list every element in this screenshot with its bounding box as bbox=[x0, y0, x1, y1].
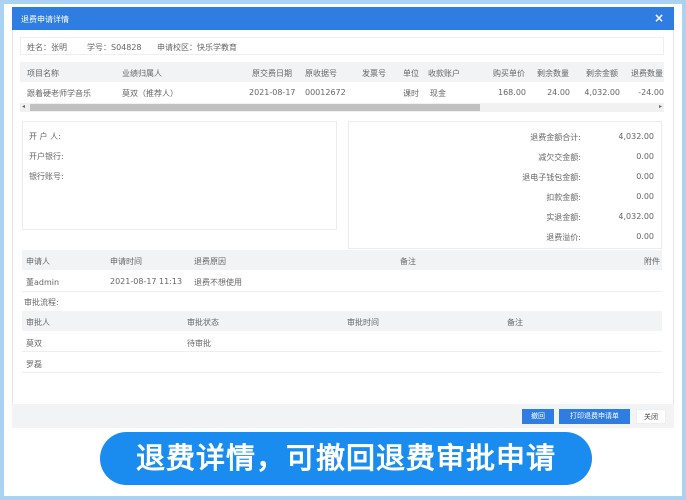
col-header: 附件 bbox=[644, 257, 660, 266]
cell-unit: 课时 bbox=[403, 89, 419, 98]
cell-reason: 退费不想使用 bbox=[194, 278, 242, 287]
col-header: 申请时间 bbox=[110, 257, 142, 266]
table-row: 董admin 2021-08-17 11:13 退费不想使用 bbox=[22, 270, 662, 292]
summary-value: 0.00 bbox=[636, 172, 654, 181]
summary-label: 扣款金额: bbox=[546, 193, 581, 202]
refund-summary-box: 退费金额合计: 4,032.00 减欠交金额: 0.00 退电子钱包金额: 0.00 扣款金… bbox=[348, 121, 662, 249]
cell-owner: 莫双（推荐人） bbox=[122, 89, 178, 98]
bank-info-box: 开 户 人: 开户银行: 银行账号: bbox=[22, 121, 337, 230]
approval-title: 审批流程: bbox=[24, 298, 59, 307]
apply-table-header: 申请人 申请时间 退费原因 备注 附件 bbox=[22, 250, 662, 270]
dialog-footer: 撤回 打印退费申请单 关闭 bbox=[12, 404, 674, 428]
dialog-title: 退费申请详情 bbox=[21, 15, 69, 24]
close-button[interactable]: 关闭 bbox=[636, 409, 666, 424]
summary-label: 退费金额合计: bbox=[530, 133, 581, 142]
scroll-right-icon[interactable]: ▸ bbox=[659, 103, 662, 110]
scroll-left-icon[interactable]: ◂ bbox=[22, 103, 25, 110]
summary-value: 0.00 bbox=[636, 232, 654, 241]
summary-value: 4,032.00 bbox=[618, 212, 654, 221]
table-row: 罗磊 bbox=[22, 352, 662, 373]
cell-applicant: 董admin bbox=[26, 278, 60, 287]
col-header: 业绩归属人 bbox=[122, 69, 162, 78]
col-header: 原交费日期 bbox=[252, 69, 292, 78]
col-header: 剩余数量 bbox=[537, 69, 569, 78]
col-header: 剩余金额 bbox=[586, 69, 618, 78]
cell-refund-qty: -24.00 bbox=[638, 88, 664, 97]
col-header: 发票号 bbox=[362, 69, 386, 78]
col-header: 审批时间 bbox=[347, 318, 379, 327]
col-header: 原收据号 bbox=[305, 69, 337, 78]
cell-qty: 24.00 bbox=[547, 88, 570, 97]
cell-price: 168.00 bbox=[498, 88, 526, 97]
summary-label: 实退金额: bbox=[546, 213, 581, 222]
col-header: 购买单价 bbox=[493, 69, 525, 78]
col-header: 审批状态 bbox=[187, 318, 219, 327]
table-row: 跟着硬老师学音乐 莫双（推荐人） 2021-08-17 00012672 课时 … bbox=[20, 82, 664, 102]
col-header: 申请人 bbox=[26, 257, 50, 266]
dialog-header: 退费申请详情 × bbox=[12, 7, 674, 30]
col-header: 单位 bbox=[403, 69, 419, 78]
summary-label: 退费溢价: bbox=[546, 233, 581, 242]
col-header: 审批人 bbox=[26, 318, 50, 327]
print-refund-button[interactable]: 打印退费申请单 bbox=[559, 409, 630, 424]
col-header: 收款账户 bbox=[428, 69, 460, 78]
cell-account: 现金 bbox=[430, 89, 446, 98]
caption-banner: 退费详情，可撤回退费审批申请 bbox=[100, 432, 592, 485]
account-holder-label: 开 户 人: bbox=[29, 132, 61, 141]
bank-label: 开户银行: bbox=[29, 152, 64, 161]
student-info: 姓名：张明 学号：S04828 申请校区：快乐学教育 bbox=[20, 37, 664, 55]
cell-approver: 罗磊 bbox=[26, 360, 42, 369]
summary-label: 减欠交金额: bbox=[538, 153, 581, 162]
summary-value: 0.00 bbox=[636, 152, 654, 161]
student-no: 学号：S04828 bbox=[87, 43, 142, 52]
close-icon[interactable]: × bbox=[654, 11, 664, 25]
items-table-header: 项目名称 业绩归属人 原交费日期 原收据号 发票号 单位 收款账户 购买单价 剩… bbox=[20, 62, 664, 82]
col-header: 备注 bbox=[507, 318, 523, 327]
cell-status: 待审批 bbox=[187, 339, 211, 348]
revoke-button[interactable]: 撤回 bbox=[522, 409, 554, 424]
cell-receipt: 00012672 bbox=[305, 88, 346, 97]
campus: 申请校区：快乐学教育 bbox=[157, 43, 237, 52]
account-number-label: 银行账号: bbox=[29, 172, 64, 181]
cell-date: 2021-08-17 bbox=[249, 88, 296, 97]
col-header: 退费数量 bbox=[631, 69, 663, 78]
scrollbar-thumb[interactable] bbox=[30, 104, 480, 111]
horizontal-scrollbar[interactable]: ◂ ▸ bbox=[20, 103, 664, 112]
summary-label: 退电子钱包金额: bbox=[522, 173, 581, 182]
col-header: 备注 bbox=[400, 257, 416, 266]
cell-amount: 4,032.00 bbox=[584, 88, 620, 97]
cell-item: 跟着硬老师学音乐 bbox=[27, 89, 91, 98]
summary-value: 4,032.00 bbox=[618, 132, 654, 141]
table-row: 莫双 待审批 bbox=[22, 331, 662, 352]
cell-approver: 莫双 bbox=[26, 339, 42, 348]
cell-apply-time: 2021-08-17 11:13 bbox=[110, 277, 183, 286]
col-header: 项目名称 bbox=[27, 69, 59, 78]
student-name: 姓名：张明 bbox=[27, 43, 67, 52]
summary-value: 0.00 bbox=[636, 192, 654, 201]
col-header: 退费原因 bbox=[194, 257, 226, 266]
approval-table-header: 审批人 审批状态 审批时间 备注 bbox=[22, 311, 662, 331]
